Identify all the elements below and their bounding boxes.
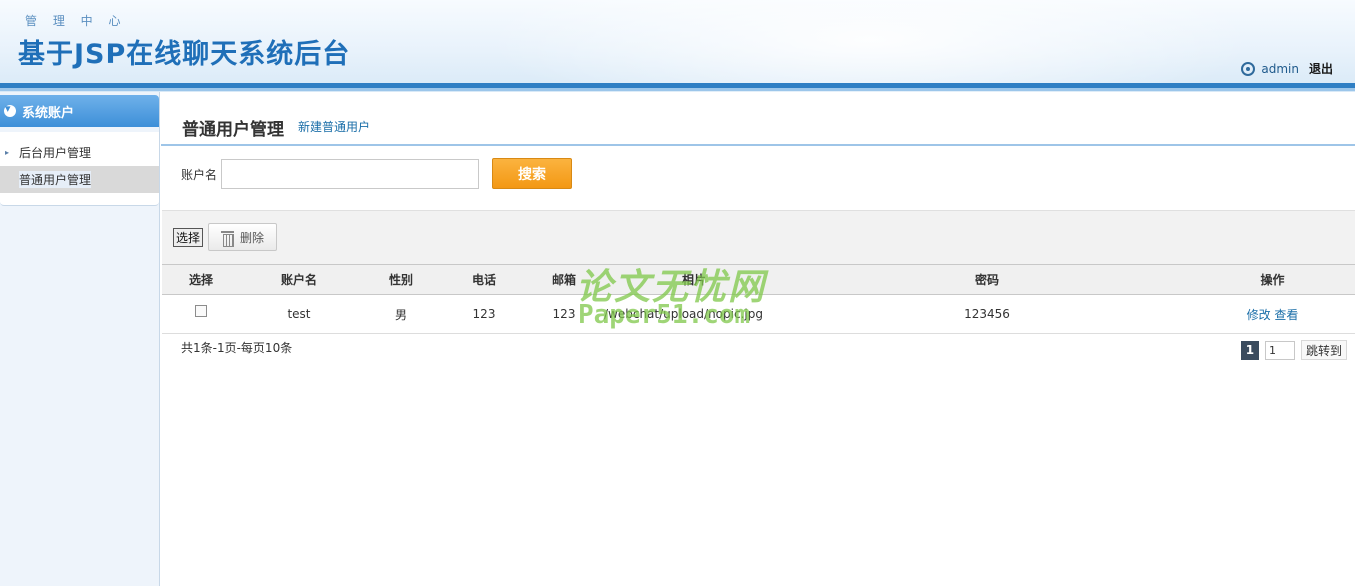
sidebar-item-label: 普通用户管理: [19, 171, 92, 188]
row-checkbox[interactable]: [195, 304, 207, 317]
delete-label: 删除: [240, 230, 265, 245]
col-header-actions: 操作: [1190, 264, 1355, 295]
table-header-row: 选择 账户名 性别 电话 邮箱 相片 密码 操作: [162, 264, 1355, 295]
cell-select: [162, 294, 240, 334]
cell-username: test: [240, 294, 358, 334]
col-header-username: 账户名: [240, 264, 358, 295]
header-divider-light: [0, 88, 1355, 91]
cell-gender: 男: [358, 294, 444, 334]
search-button[interactable]: 搜索: [492, 158, 572, 189]
sidebar-item-normal-users[interactable]: 普通用户管理: [0, 166, 159, 193]
cell-actions: 修改 查看: [1190, 294, 1355, 334]
delete-button[interactable]: 删除: [208, 223, 277, 251]
page-jump-button[interactable]: 跳转到: [1300, 340, 1347, 360]
pagination: 1 1 跳转到: [1240, 340, 1347, 360]
header-subtitle: 管 理 中 心: [25, 14, 127, 28]
new-user-link[interactable]: 新建普通用户: [298, 118, 370, 135]
page-title: 普通用户管理: [182, 120, 284, 140]
header: 管 理 中 心 基于JSP在线聊天系统后台 admin 退出: [0, 0, 1355, 92]
col-header-select: 选择: [162, 264, 240, 295]
col-header-photo: 相片: [604, 264, 784, 295]
header-decoration: [420, 0, 1320, 92]
collapse-icon: [4, 102, 16, 117]
users-table: 选择 账户名 性别 电话 邮箱 相片 密码 操作 test 男 123 123 …: [162, 264, 1355, 334]
current-page[interactable]: 1: [1240, 340, 1259, 360]
page-jump-input[interactable]: 1: [1264, 340, 1295, 360]
search-label: 账户名: [181, 168, 218, 182]
pagination-summary: 共1条-1页-每页10条: [181, 341, 293, 355]
app-title: 基于JSP在线聊天系统后台: [18, 39, 351, 70]
col-header-gender: 性别: [358, 264, 444, 295]
sidebar-section-title: 系统账户: [22, 105, 75, 121]
toolbar: 选择 删除: [162, 210, 1355, 264]
sidebar-item-label: 后台用户管理: [19, 146, 92, 160]
logout-link[interactable]: 退出: [1309, 60, 1333, 77]
user-area: admin 退出: [1241, 60, 1333, 77]
sidebar-section-header[interactable]: 系统账户: [0, 95, 159, 127]
main-content: 普通用户管理 新建普通用户 账户名 搜索 选择 删除 选择 账户名 性别 电话 …: [161, 92, 1355, 586]
col-header-email: 邮箱: [524, 264, 604, 295]
col-header-phone: 电话: [444, 264, 524, 295]
edit-link[interactable]: 修改: [1247, 308, 1271, 322]
cell-photo: /webchat/upload/nopic.jpg: [604, 294, 784, 334]
table-row: test 男 123 123 /webchat/upload/nopic.jpg…: [162, 294, 1355, 334]
col-header-password: 密码: [784, 264, 1190, 295]
cell-password: 123456: [784, 294, 1190, 334]
user-icon: [1241, 61, 1256, 76]
view-link[interactable]: 查看: [1274, 308, 1298, 322]
trash-icon: [221, 230, 234, 247]
sidebar-item-admin-users[interactable]: ▸ 后台用户管理: [0, 139, 159, 166]
search-input[interactable]: [221, 159, 479, 189]
cell-phone: 123: [444, 294, 524, 334]
sidebar-menu: ▸ 后台用户管理 普通用户管理: [0, 132, 159, 206]
sidebar: 系统账户 ▸ 后台用户管理 普通用户管理: [0, 92, 160, 586]
title-divider: [161, 144, 1355, 146]
username: admin: [1261, 61, 1299, 76]
select-button[interactable]: 选择: [173, 228, 204, 247]
arrow-right-icon: ▸: [5, 148, 10, 157]
cell-email: 123: [524, 294, 604, 334]
